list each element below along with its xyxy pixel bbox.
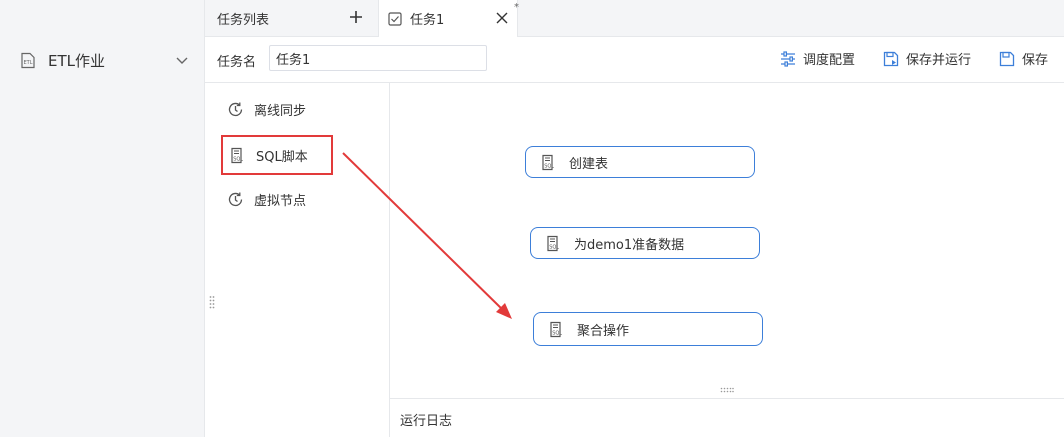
run-log-label: 运行日志 [400, 414, 453, 429]
modified-marker: * [514, 2, 519, 13]
svg-text:SQL: SQL [549, 244, 559, 250]
plus-icon[interactable] [347, 8, 365, 26]
node-item-label: 虚拟节点 [254, 193, 307, 209]
save-and-run-label: 保存并运行 [906, 53, 972, 68]
save-icon [999, 51, 1015, 66]
node-item-offline-sync[interactable]: 离线同步 [227, 97, 306, 121]
sidebar-item-etl[interactable]: ETL ETL作业 [20, 46, 192, 74]
save-label: 保存 [1022, 53, 1049, 68]
task-name-input[interactable] [269, 45, 487, 71]
sql-script-icon: SQL [547, 235, 559, 251]
flow-node-label: 创建表 [569, 156, 609, 172]
sql-script-icon: SQL [542, 154, 554, 170]
save-and-run-button[interactable]: 保存并运行 [883, 49, 971, 68]
toolbar: 任务名 调度配置 保存并运行 保存 [205, 37, 1064, 83]
flow-node-label: 聚合操作 [577, 323, 630, 339]
log-resize-handle-icon[interactable] [720, 387, 734, 393]
chevron-down-icon[interactable] [174, 52, 190, 68]
tab-task-1[interactable]: 任务1 * [378, 0, 519, 37]
resize-grip-icon[interactable] [209, 295, 215, 309]
svg-text:SQL: SQL [233, 156, 243, 162]
sync-icon [228, 102, 243, 116]
workflow-canvas[interactable]: SQL 创建表 SQL 为demo1准备数据 SQL 聚合操作 [390, 83, 1064, 398]
flow-node-label: 为demo1准备数据 [574, 237, 685, 253]
save-button[interactable]: 保存 [999, 49, 1048, 68]
sliders-icon [781, 50, 795, 67]
tab-task-list[interactable]: 任务列表 [205, 0, 377, 36]
sql-script-icon: SQL [231, 147, 243, 163]
sidebar: ETL ETL作业 [0, 0, 205, 437]
node-item-sql-script[interactable]: SQL SQL脚本 [221, 135, 333, 175]
schedule-config-label: 调度配置 [803, 53, 856, 68]
svg-text:ETL: ETL [24, 60, 33, 66]
sidebar-item-label: ETL作业 [48, 51, 105, 70]
save-run-icon [883, 51, 899, 66]
flow-node-aggregate[interactable]: SQL 聚合操作 [533, 312, 763, 346]
svg-text:SQL: SQL [552, 330, 562, 336]
sql-script-icon: SQL [550, 321, 562, 337]
flow-node-prepare-data[interactable]: SQL 为demo1准备数据 [530, 227, 760, 259]
task-name-label: 任务名 [217, 55, 257, 70]
task-check-icon [388, 11, 402, 26]
node-item-label: 离线同步 [254, 103, 307, 119]
virtual-node-icon [228, 192, 243, 206]
flow-node-create-table[interactable]: SQL 创建表 [525, 146, 755, 178]
tab-task-1-label: 任务1 [410, 13, 445, 28]
tab-task-list-label: 任务列表 [217, 12, 270, 28]
svg-text:SQL: SQL [544, 163, 554, 169]
run-log-panel[interactable]: 运行日志 [390, 398, 1064, 438]
node-item-virtual-node[interactable]: 虚拟节点 [227, 187, 306, 211]
etl-file-icon: ETL [21, 52, 35, 68]
node-item-label: SQL脚本 [256, 149, 308, 165]
schedule-config-button[interactable]: 调度配置 [780, 49, 855, 68]
close-icon[interactable] [495, 11, 509, 25]
tab-bar: 任务列表 任务1 * [205, 0, 1064, 37]
node-panel: 离线同步 SQL SQL脚本 虚拟节点 [205, 83, 390, 437]
